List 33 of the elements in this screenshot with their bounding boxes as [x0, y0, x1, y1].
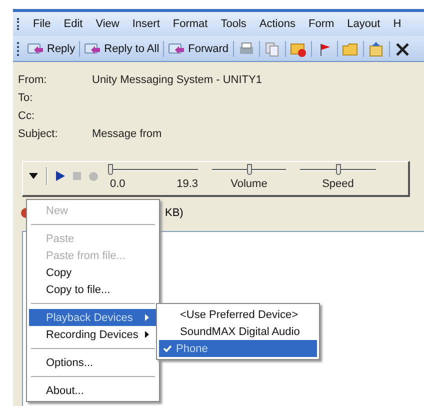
volume-label: Volume — [230, 178, 268, 190]
field-label: Cc: — [18, 110, 36, 123]
field-value: Unity Messaging System - UNITY1 — [92, 74, 263, 87]
field-label: Subject: — [18, 128, 59, 141]
menu-item[interactable]: View — [90, 18, 126, 30]
field-label: From: — [18, 74, 48, 87]
speed-label: Speed — [321, 178, 355, 190]
field-label: To: — [18, 92, 34, 105]
menu-item[interactable]: Insert — [126, 18, 167, 30]
menu-item[interactable]: File — [27, 18, 58, 30]
menu-item[interactable]: Copy to file... — [29, 281, 157, 298]
menu-item[interactable]: Recording Devices — [29, 326, 157, 343]
field-value: Message from — [92, 128, 163, 141]
toolbar-button[interactable]: Reply to All — [82, 38, 162, 60]
toolbar-button[interactable]: Reply — [25, 38, 78, 60]
menu-item[interactable]: Layout — [341, 18, 388, 30]
length-reading: 19.3 — [176, 178, 198, 190]
menu-item[interactable]: Phone — [159, 340, 317, 357]
menu-item[interactable]: Copy — [29, 264, 157, 281]
menu-item[interactable]: Playback Devices — [29, 309, 157, 326]
menu-item[interactable]: H — [387, 18, 408, 30]
attachment-size: KB) — [165, 207, 184, 219]
menu-item[interactable]: SoundMAX Digital Audio — [159, 323, 317, 340]
toolbar-button[interactable]: Forward — [166, 38, 230, 60]
menu-item[interactable]: Tools — [214, 18, 254, 30]
menu-item[interactable]: Options... — [29, 354, 157, 371]
position-reading: 0.0 — [110, 178, 126, 190]
menu-item[interactable]: Edit — [58, 18, 90, 30]
menu-item[interactable]: Actions — [253, 18, 302, 30]
menu-item[interactable]: About... — [29, 382, 157, 399]
menu-item[interactable]: <Use Preferred Device> — [159, 306, 317, 323]
menu-item[interactable]: Form — [302, 18, 342, 30]
menu-item[interactable]: Format — [166, 18, 215, 30]
